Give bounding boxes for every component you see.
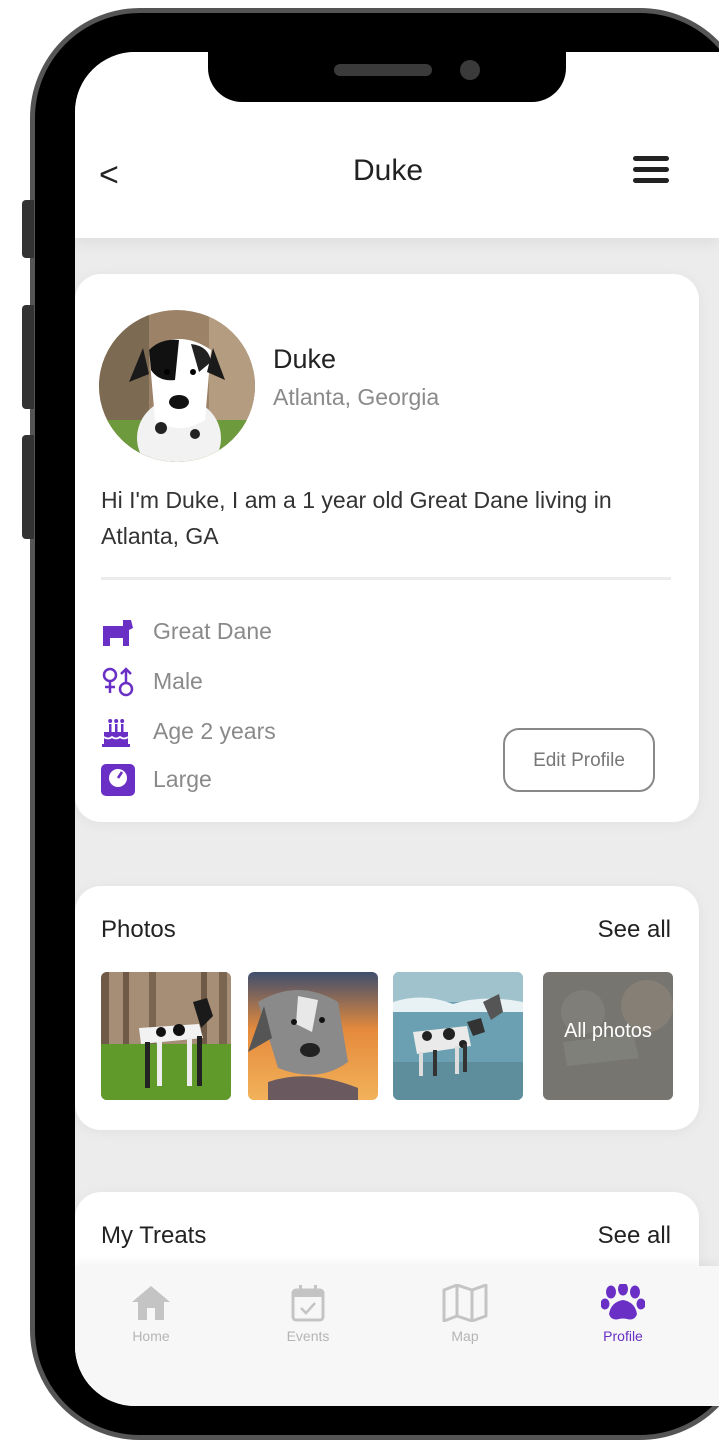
page-title: Duke [352, 154, 424, 187]
bottom-tab-bar: Home Events Map Profile [75, 1266, 719, 1406]
front-camera [460, 60, 480, 80]
section-title: My Treats [101, 1222, 207, 1249]
mute-switch [22, 200, 34, 258]
profile-location: Atlanta, Georgia [273, 384, 440, 410]
profile-card: Duke Atlanta, Georgia Hi I'm Duke, I am … [75, 274, 699, 822]
tab-map[interactable]: Map [415, 1284, 515, 1344]
map-icon [442, 1284, 488, 1322]
edit-profile-button[interactable]: Edit Profile [503, 728, 655, 792]
volume-down-button [22, 435, 34, 539]
dog-icon [103, 620, 133, 646]
speaker [334, 64, 432, 76]
attribute-label: Male [153, 668, 203, 694]
tab-label: Events [286, 1328, 330, 1344]
tab-label: Profile [603, 1328, 643, 1344]
photo-thumbnail[interactable] [393, 972, 523, 1100]
paw-icon [601, 1284, 645, 1320]
hamburger-menu-icon[interactable] [633, 156, 669, 184]
photos-card: Photos See all All photos [75, 886, 699, 1130]
volume-up-button [22, 305, 34, 409]
profile-name: Duke [273, 344, 337, 374]
all-photos-thumbnail[interactable]: All photos [543, 972, 673, 1100]
screen: < Duke Duke Atlanta, Georgia Hi I'm Duke… [75, 52, 719, 1406]
home-icon [132, 1286, 170, 1320]
tab-home[interactable]: Home [101, 1284, 201, 1344]
calendar-icon [291, 1285, 325, 1322]
tab-label: Home [132, 1328, 170, 1344]
attribute-label: Great Dane [153, 618, 272, 644]
attribute-label: Age 2 years [153, 718, 276, 744]
treats-see-all-link[interactable]: See all [598, 1222, 671, 1250]
tab-events[interactable]: Events [258, 1284, 358, 1344]
all-photos-label: All photos [564, 1020, 652, 1042]
scale-icon [101, 764, 135, 796]
photo-thumbnail[interactable] [101, 972, 231, 1100]
avatar [99, 310, 255, 462]
divider [101, 577, 671, 580]
photos-see-all-link[interactable]: See all [598, 916, 671, 944]
tab-profile[interactable]: Profile [573, 1284, 673, 1344]
birthday-cake-icon [102, 719, 130, 747]
notch [208, 52, 566, 102]
attribute-label: Large [153, 766, 212, 792]
gender-icon [102, 667, 134, 697]
tab-label: Map [451, 1328, 479, 1344]
section-title: Photos [101, 916, 176, 943]
profile-bio: Hi I'm Duke, I am a 1 year old Great Dan… [101, 487, 612, 549]
photo-thumbnail[interactable] [248, 972, 378, 1100]
